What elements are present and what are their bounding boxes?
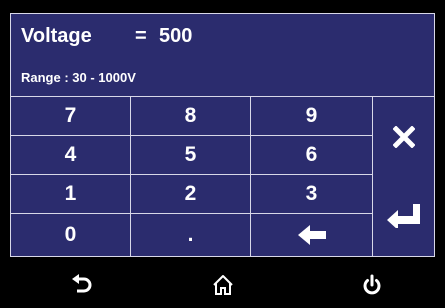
left-arrow-icon <box>297 225 326 245</box>
entered-value: 500 <box>159 25 193 47</box>
numeric-keypad: 7 8 9 4 5 6 1 2 3 0 . <box>11 96 373 256</box>
power-icon <box>363 274 381 295</box>
range-label: Range : 30 - 1000V <box>21 70 136 85</box>
action-column <box>373 96 434 256</box>
input-panel: Voltage = 500 Range : 30 - 1000V 7 8 9 4… <box>10 13 435 257</box>
key-9[interactable]: 9 <box>251 97 373 136</box>
key-7[interactable]: 7 <box>11 97 131 136</box>
key-3[interactable]: 3 <box>251 175 373 214</box>
back-button[interactable] <box>52 262 112 308</box>
key-0[interactable]: 0 <box>11 214 131 256</box>
enter-button[interactable] <box>373 176 434 255</box>
equals-sign: = <box>135 25 147 47</box>
enter-icon <box>386 203 420 228</box>
power-button[interactable] <box>342 262 402 308</box>
home-button[interactable] <box>193 262 253 308</box>
key-6[interactable]: 6 <box>251 136 373 175</box>
key-8[interactable]: 8 <box>131 97 251 136</box>
backspace-key[interactable] <box>251 214 373 256</box>
close-icon <box>392 125 415 148</box>
back-arrow-icon <box>72 274 92 293</box>
key-1[interactable]: 1 <box>11 175 131 214</box>
key-5[interactable]: 5 <box>131 136 251 175</box>
home-icon <box>213 275 233 295</box>
value-readout: Voltage = 500 Range : 30 - 1000V <box>11 14 434 94</box>
screen: Voltage = 500 Range : 30 - 1000V 7 8 9 4… <box>0 0 445 308</box>
cancel-button[interactable] <box>373 97 434 176</box>
parameter-name: Voltage <box>21 25 92 47</box>
key-decimal[interactable]: . <box>131 214 251 256</box>
key-4[interactable]: 4 <box>11 136 131 175</box>
key-2[interactable]: 2 <box>131 175 251 214</box>
bottom-navigation <box>0 262 445 308</box>
